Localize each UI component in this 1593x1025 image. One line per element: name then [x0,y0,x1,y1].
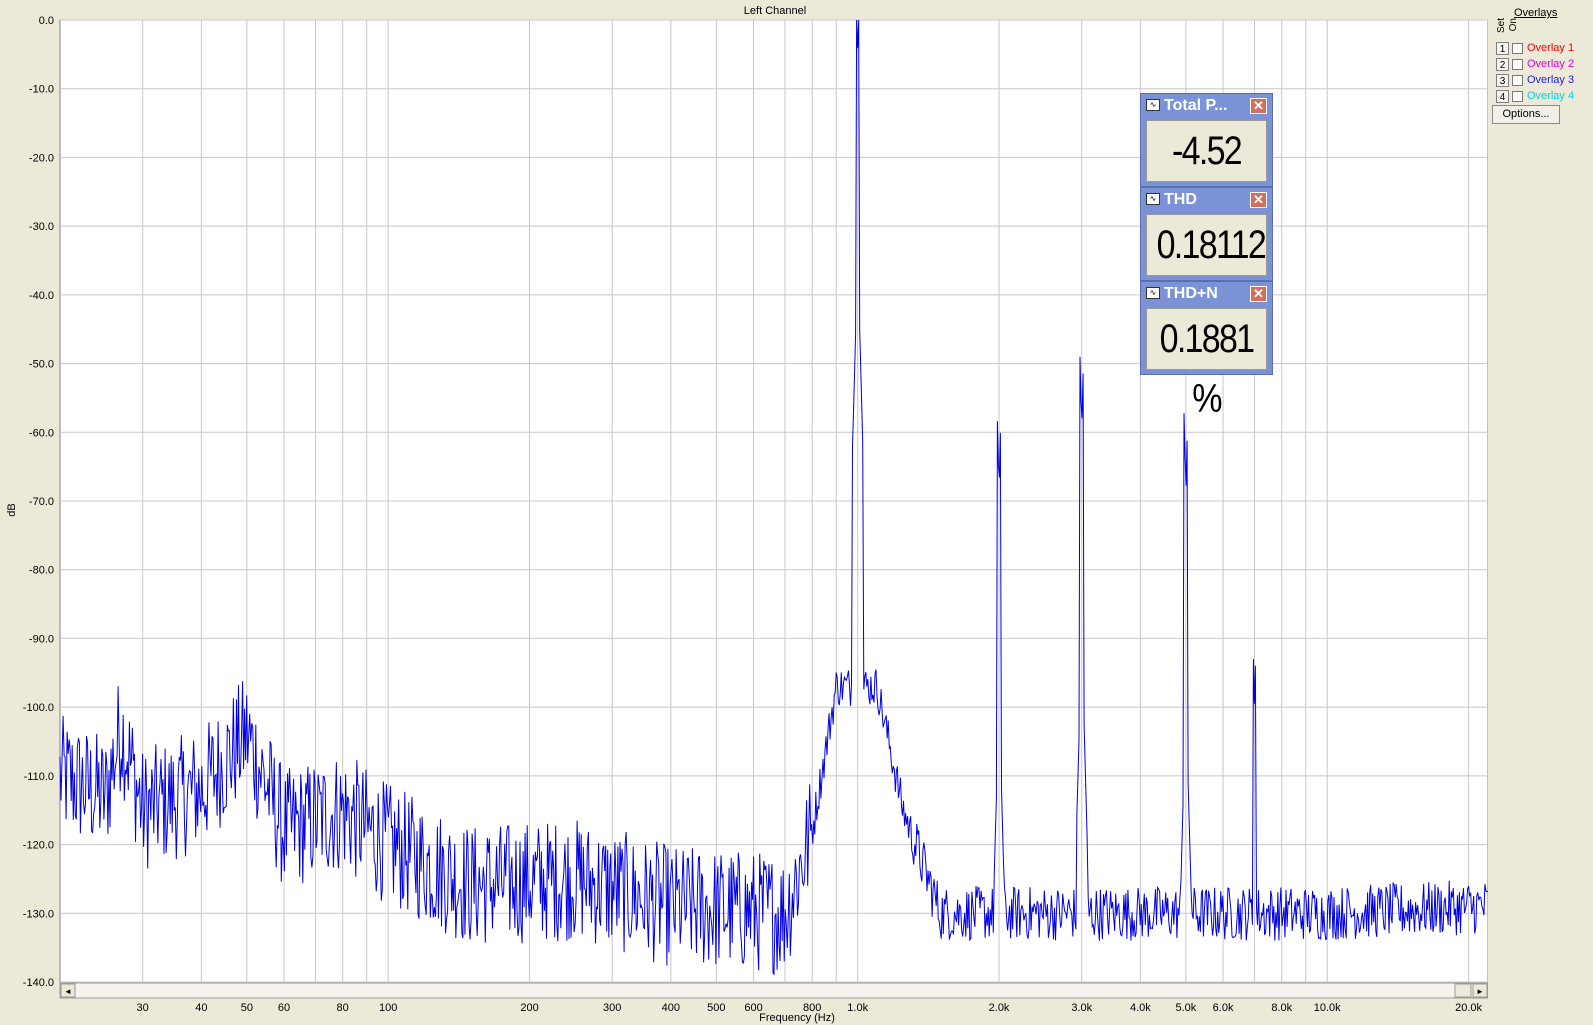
x-tick-label: 100 [379,1002,397,1014]
meter-wave-icon: ∿ [1146,99,1160,111]
overlay-row-4: 4 Overlay 4 [1496,90,1591,105]
x-tick-label: 10.0k [1314,1002,1341,1014]
x-tick-label: 50 [241,1002,253,1014]
meter-title-bar[interactable]: ∿ THD+N ✕ [1141,282,1272,306]
overlay-label-4: Overlay 4 [1527,90,1575,102]
x-tick-label: 20.0k [1455,1002,1482,1014]
y-tick-label: -100.0 [23,702,54,714]
chart-title: Left Channel [744,5,806,17]
total-power-meter[interactable]: ∿ Total P... ✕ -4.52 dB [1140,93,1273,233]
y-tick-label: 0.0 [39,15,54,27]
overlay-set-button-4[interactable]: 4 [1496,90,1509,103]
meter-value-text: 0.1881 % [1159,317,1255,421]
y-tick-label: -140.0 [23,977,54,989]
overlay-label-2: Overlay 2 [1527,58,1575,70]
x-tick-label: 300 [603,1002,621,1014]
options-button[interactable]: Options... [1492,105,1560,124]
x-tick-label: 6.0k [1213,1002,1234,1014]
y-tick-label: -50.0 [29,359,54,371]
close-icon[interactable]: ✕ [1250,192,1267,208]
y-tick-label: -130.0 [23,908,54,920]
horizontal-scrollbar[interactable]: ◄ ► [59,982,1488,999]
y-tick-label: -70.0 [29,496,54,508]
overlays-panel: Overlays Set On 1 Overlay 1 2 Overlay 2 … [1488,0,1593,1025]
overlay-set-button-1[interactable]: 1 [1496,42,1509,55]
x-tick-label: 60 [278,1002,290,1014]
meter-name: Total P... [1164,97,1228,114]
y-tick-label: -20.0 [29,152,54,164]
y-axis-label: dB [6,503,18,516]
meter-wave-icon: ∿ [1146,193,1160,205]
meter-value: 0.1881 % [1146,308,1267,421]
overlays-title: Overlays [1514,7,1558,19]
overlay-set-button-3[interactable]: 3 [1496,74,1509,87]
x-tick-label: 4.0k [1130,1002,1151,1014]
scroll-thumb[interactable] [1454,983,1472,998]
x-tick-label: 80 [337,1002,349,1014]
thd-meter[interactable]: ∿ THD ✕ 0.18112 % [1140,187,1273,327]
meter-value: -4.52 dB [1146,120,1267,233]
overlay-checkbox-1[interactable] [1512,43,1523,54]
x-tick-label: 3.0k [1071,1002,1092,1014]
overlay-label-1: Overlay 1 [1527,42,1575,54]
y-tick-label: -30.0 [29,221,54,233]
x-tick-label: 5.0k [1175,1002,1196,1014]
meter-title-bar[interactable]: ∿ THD ✕ [1141,188,1272,212]
x-tick-label: 8.0k [1271,1002,1292,1014]
close-icon[interactable]: ✕ [1250,98,1267,114]
meter-name: THD+N [1164,285,1218,302]
x-tick-label: 30 [137,1002,149,1014]
overlay-label-3: Overlay 3 [1527,74,1575,86]
meter-value: 0.18112 % [1146,214,1267,327]
x-tick-label: 1.0k [847,1002,868,1014]
x-tick-label: 2.0k [989,1002,1010,1014]
scroll-right-icon: ► [1476,987,1484,996]
x-tick-label: 40 [195,1002,207,1014]
scroll-left-icon: ◄ [64,987,72,996]
x-tick-label: 400 [662,1002,680,1014]
overlay-set-button-2[interactable]: 2 [1496,58,1509,71]
y-tick-label: -80.0 [29,565,54,577]
overlay-row-2: 2 Overlay 2 [1496,58,1591,73]
overlay-row-1: 1 Overlay 1 [1496,42,1591,57]
y-tick-label: -10.0 [29,84,54,96]
on-header: On [1508,18,1519,32]
x-tick-label: 500 [707,1002,725,1014]
overlay-row-3: 3 Overlay 3 [1496,74,1591,89]
y-tick-label: -120.0 [23,840,54,852]
x-tick-label: 200 [520,1002,538,1014]
thd-n-meter[interactable]: ∿ THD+N ✕ 0.1881 % [1140,281,1273,421]
overlay-checkbox-4[interactable] [1512,91,1523,102]
y-tick-label: -60.0 [29,427,54,439]
set-header: Set [1496,18,1507,34]
overlay-checkbox-2[interactable] [1512,59,1523,70]
y-tick-label: -110.0 [24,771,54,783]
y-tick-label: -40.0 [29,290,54,302]
x-axis-label: Frequency (Hz) [759,1012,835,1024]
y-tick-label: -90.0 [29,633,54,645]
meter-name: THD [1164,191,1197,208]
meter-wave-icon: ∿ [1146,287,1160,299]
overlay-checkbox-3[interactable] [1512,75,1523,86]
close-icon[interactable]: ✕ [1250,286,1267,302]
meter-title-bar[interactable]: ∿ Total P... ✕ [1141,94,1272,118]
